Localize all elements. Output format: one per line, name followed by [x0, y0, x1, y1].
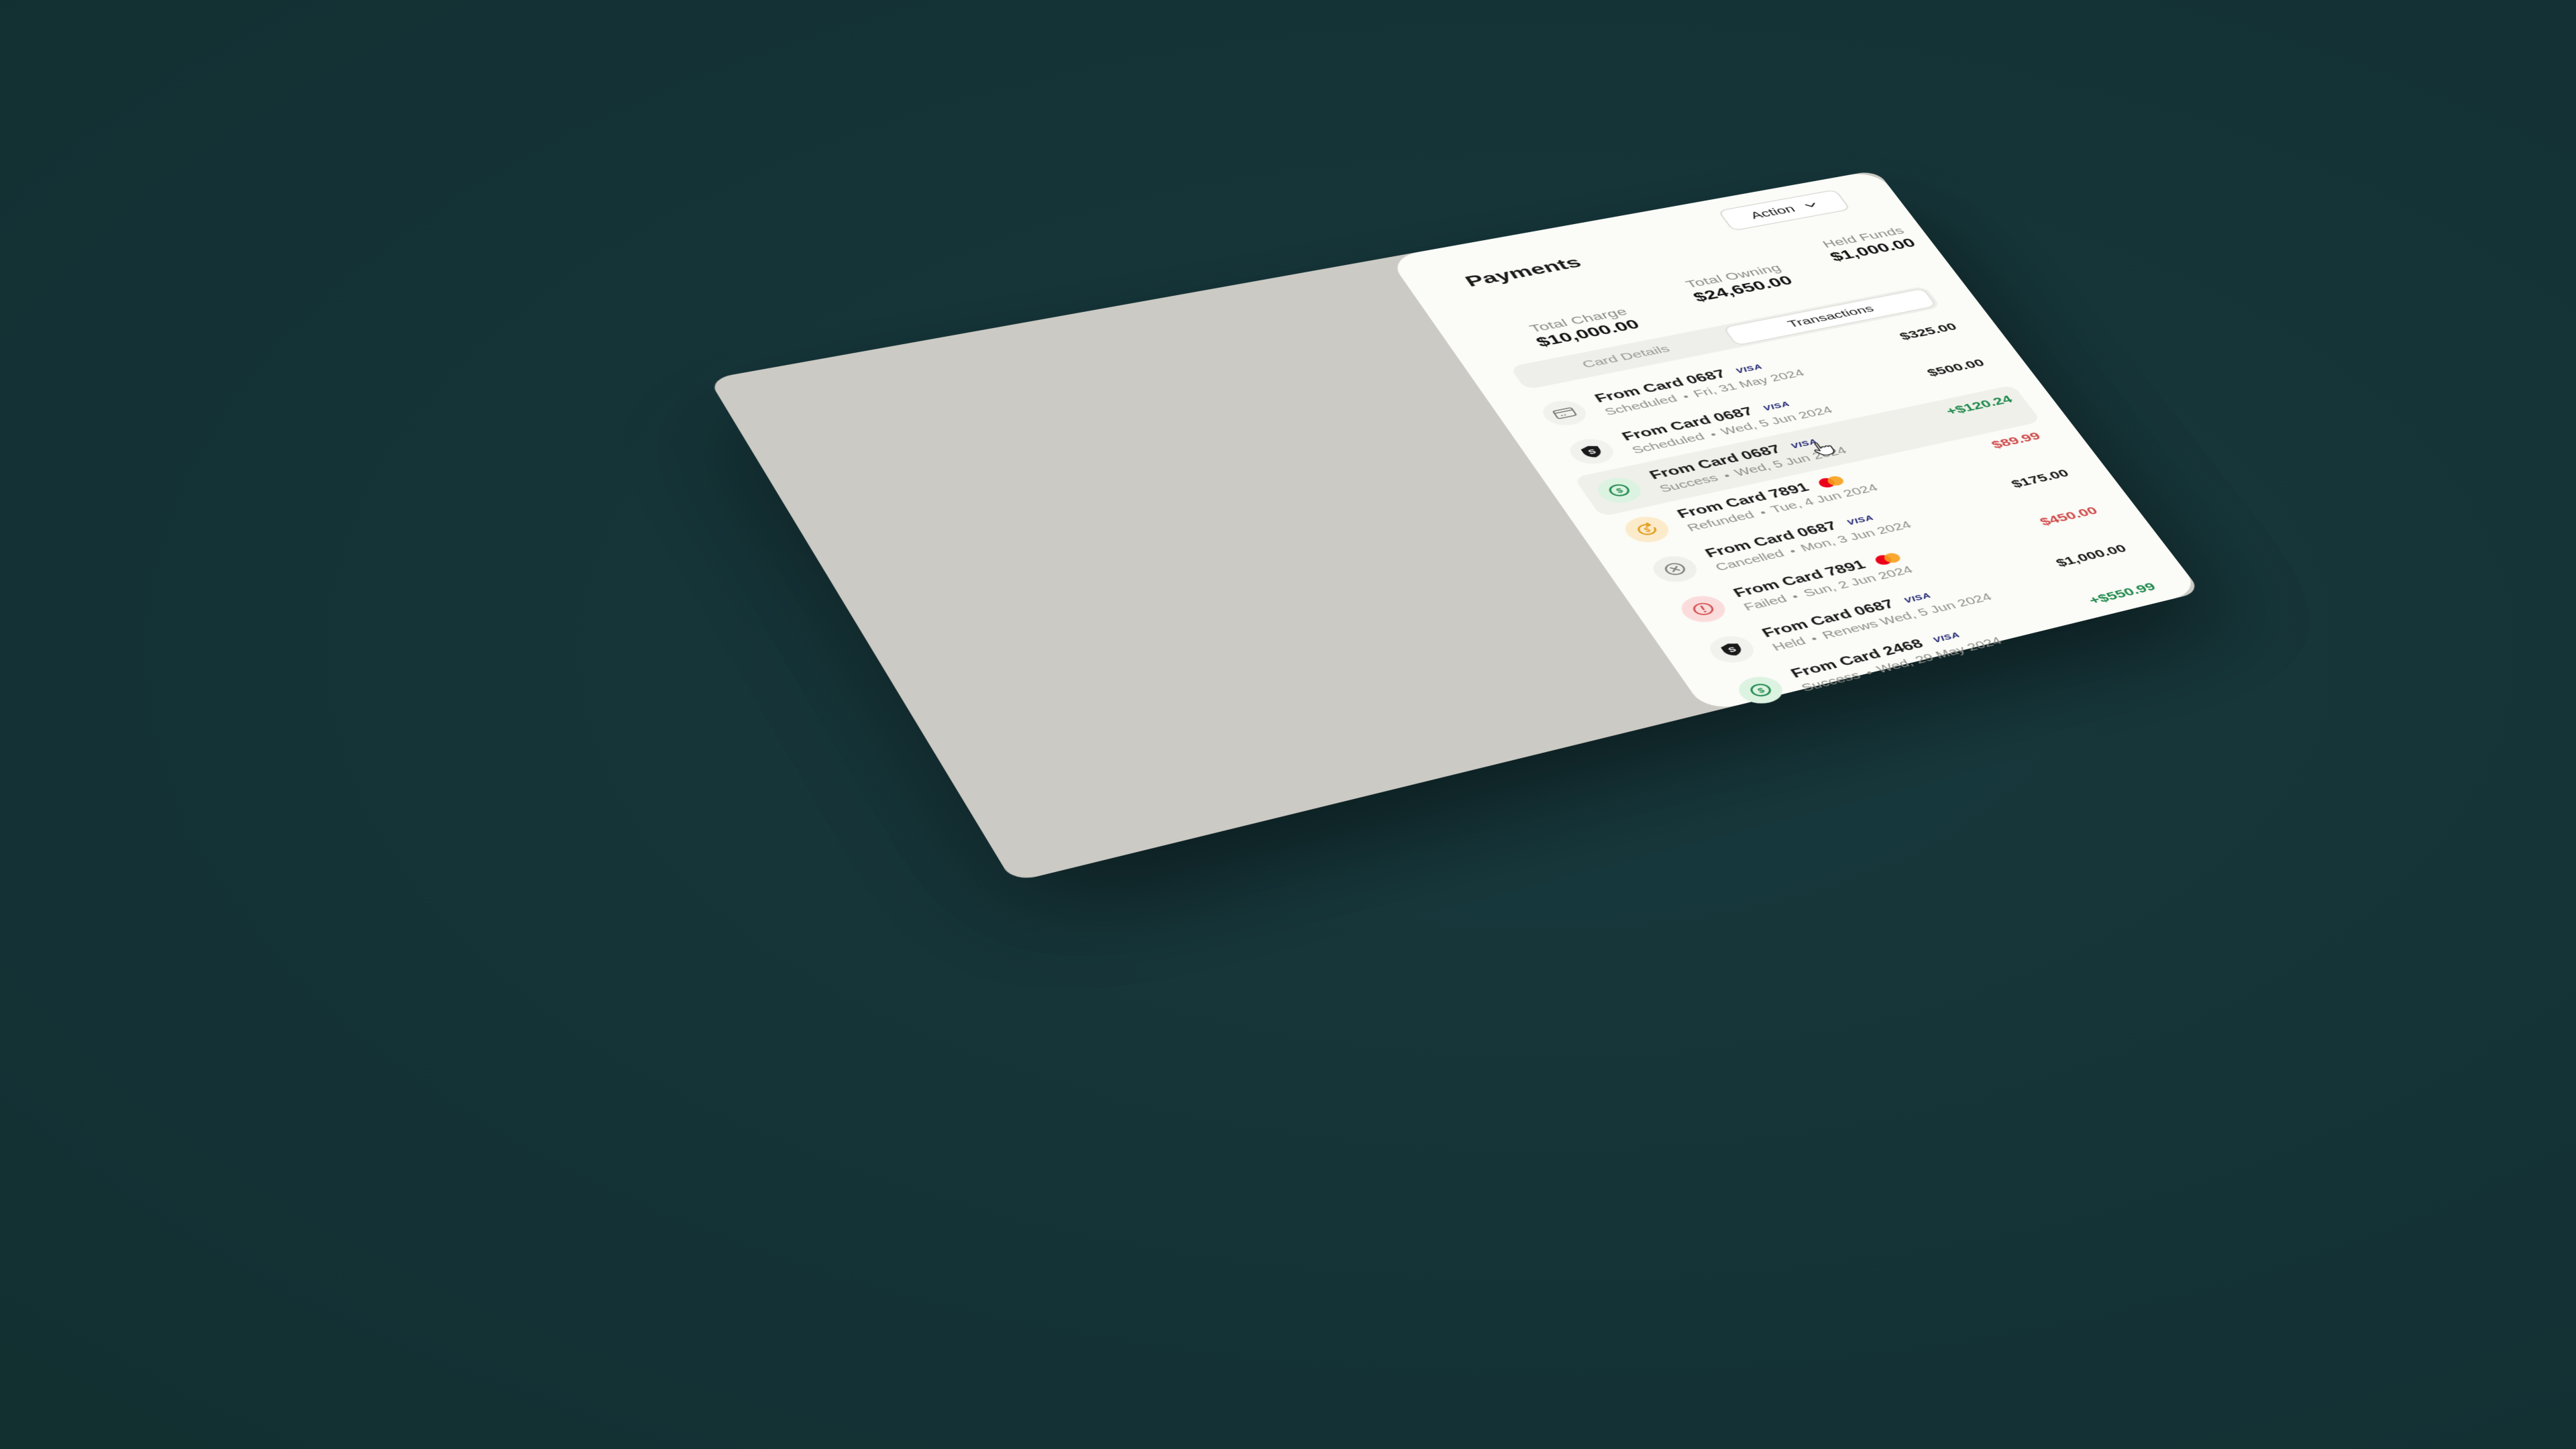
separator-dot	[1792, 594, 1799, 598]
chevron-down-icon	[1801, 200, 1821, 211]
separator-dot	[1682, 395, 1688, 398]
separator-dot	[1724, 474, 1729, 478]
transaction-amount: $500.00	[1924, 356, 1988, 379]
mastercard-logo-icon	[1816, 474, 1847, 488]
refund-icon: $	[1619, 513, 1676, 546]
shield-dollar-icon: S	[1703, 632, 1761, 667]
separator-dot	[1710, 433, 1716, 437]
cancel-icon	[1646, 552, 1704, 586]
visa-logo-icon: VISA	[1761, 399, 1792, 412]
visa-logo-icon: VISA	[1733, 362, 1764, 375]
dollar-success-icon: $	[1731, 673, 1790, 708]
svg-text:$: $	[1615, 487, 1625, 495]
transaction-status: Held	[1770, 635, 1809, 653]
stat-total-owning: Total Owning $24,650.00	[1658, 258, 1819, 309]
card-icon	[1536, 397, 1593, 429]
visa-logo-icon: VISA	[1845, 513, 1876, 527]
dollar-success-icon: $	[1591, 474, 1648, 506]
backdrop: Payments Action Total Charge $10,000.00 …	[0, 0, 2576, 1449]
mastercard-logo-icon	[1872, 551, 1904, 566]
action-button-label: Action	[1747, 203, 1798, 221]
visa-logo-icon: VISA	[1902, 590, 1933, 604]
transaction-amount: $325.00	[1896, 320, 1960, 343]
payments-panel: Payments Action Total Charge $10,000.00 …	[1387, 170, 2202, 713]
transaction-amount: +$120.24	[1943, 392, 2015, 418]
separator-dot	[1811, 637, 1817, 641]
transaction-amount: $175.00	[2008, 466, 2072, 490]
failed-icon	[1674, 592, 1732, 626]
visa-logo-icon: VISA	[1931, 630, 1962, 644]
app-surface: Payments Action Total Charge $10,000.00 …	[708, 170, 2202, 883]
separator-dot	[1866, 671, 1872, 675]
transaction-amount: $89.99	[1988, 429, 2043, 451]
separator-dot	[1760, 511, 1766, 515]
shield-dollar-icon: S	[1564, 435, 1620, 468]
transaction-amount: $450.00	[2037, 504, 2100, 528]
svg-text:$: $	[1642, 526, 1652, 533]
action-dropdown-button[interactable]: Action	[1717, 189, 1851, 231]
svg-text:$: $	[1756, 686, 1766, 695]
separator-dot	[1790, 549, 1796, 553]
transaction-list: From Card 0687 VISA Scheduled Fri, 31 May …	[1519, 313, 2185, 718]
